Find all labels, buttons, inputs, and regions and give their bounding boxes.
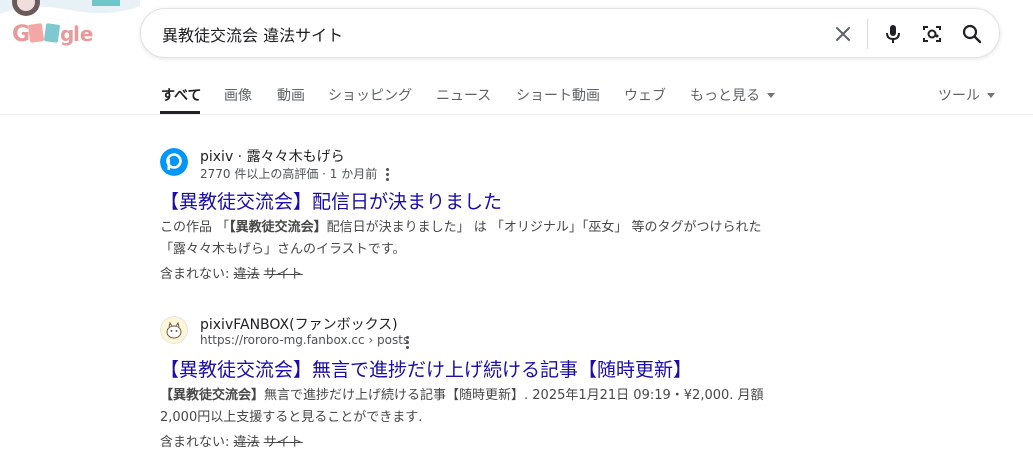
tools-button[interactable]: ツール xyxy=(938,85,995,105)
result-title-link[interactable]: 【異教徒交流会】無言で進捗だけ上げ続ける記事【随時更新】 xyxy=(160,355,692,382)
snippet-line: 「露々々木もげら」さんのイラストです。 xyxy=(160,242,406,257)
header: G g le 異教徒交流会 違法サイト xyxy=(0,0,1033,70)
google-doodle-logo[interactable]: G g le xyxy=(0,0,140,60)
result-url: https://rororo-mg.fanbox.cc › posts xyxy=(200,333,410,347)
missing-term: サイト xyxy=(263,267,303,282)
svg-text:le: le xyxy=(73,22,93,46)
tab-all[interactable]: すべて xyxy=(161,85,201,105)
search-icon[interactable] xyxy=(960,22,984,46)
lens-camera-icon[interactable] xyxy=(920,22,944,46)
missing-term: 違法 xyxy=(233,435,260,450)
tab-videos[interactable]: 動画 xyxy=(277,85,305,105)
search-divider xyxy=(867,19,868,49)
tab-short-videos[interactable]: ショート動画 xyxy=(516,85,600,105)
tab-news[interactable]: ニュース xyxy=(436,85,491,105)
more-options-icon[interactable] xyxy=(404,335,410,349)
active-tab-indicator xyxy=(160,111,200,114)
missing-terms: 含まれない: 違法 サイト xyxy=(160,435,303,450)
search-result: pixivFANBOX(ファンボックス) https://rororo-mg.f… xyxy=(160,313,840,453)
svg-text:G: G xyxy=(12,22,30,47)
microphone-icon[interactable] xyxy=(881,22,905,46)
missing-terms: 含まれない: 違法 サイト xyxy=(160,267,303,282)
snippet-line: 2,000円以上支援すると見ることができます. xyxy=(160,410,423,425)
caret-down-icon xyxy=(987,93,995,98)
tab-shopping[interactable]: ショッピング xyxy=(328,85,412,105)
pixiv-favicon-icon[interactable] xyxy=(160,148,188,176)
tools-label: ツール xyxy=(938,88,980,104)
result-snippet: この作品 「【異教徒交流会】配信日が決まりました」 は 「オリジナル」「巫女」 … xyxy=(160,217,762,261)
missing-term: 違法 xyxy=(233,267,260,282)
caret-down-icon xyxy=(767,93,775,98)
search-input[interactable]: 異教徒交流会 違法サイト xyxy=(162,22,343,46)
clear-icon[interactable] xyxy=(831,22,855,46)
search-tabs: すべて 画像 動画 ショッピング ニュース ショート動画 ウェブ もっと見る ツ… xyxy=(0,70,1033,115)
result-site-name[interactable]: pixivFANBOX(ファンボックス) xyxy=(200,314,398,334)
tab-more-label: もっと見る xyxy=(690,88,760,104)
snippet-line: この作品 「【異教徒交流会】配信日が決まりました」 は 「オリジナル」「巫女」 … xyxy=(160,220,762,235)
search-result: pixiv · 露々々木もげら 2770 件以上の高評価 · 1 か月前 【異教… xyxy=(160,145,840,285)
missing-term: サイト xyxy=(263,435,303,450)
tab-web[interactable]: ウェブ xyxy=(624,85,666,105)
result-site-name[interactable]: pixiv · 露々々木もげら xyxy=(200,146,345,166)
result-title-link[interactable]: 【異教徒交流会】配信日が決まりました xyxy=(160,187,502,214)
tab-more[interactable]: もっと見る xyxy=(690,85,775,105)
fanbox-favicon-icon[interactable] xyxy=(160,316,188,344)
result-meta: 2770 件以上の高評価 · 1 か月前 xyxy=(200,167,378,181)
result-snippet: 【異教徒交流会】無言で進捗だけ上げ続ける記事【随時更新】. 2025年1月21日… xyxy=(160,385,764,429)
snippet-line: 【異教徒交流会】無言で進捗だけ上げ続ける記事【随時更新】. 2025年1月21日… xyxy=(160,388,764,403)
more-options-icon[interactable] xyxy=(384,167,390,181)
tab-images[interactable]: 画像 xyxy=(224,85,252,105)
search-bar[interactable]: 異教徒交流会 違法サイト xyxy=(140,8,1000,58)
